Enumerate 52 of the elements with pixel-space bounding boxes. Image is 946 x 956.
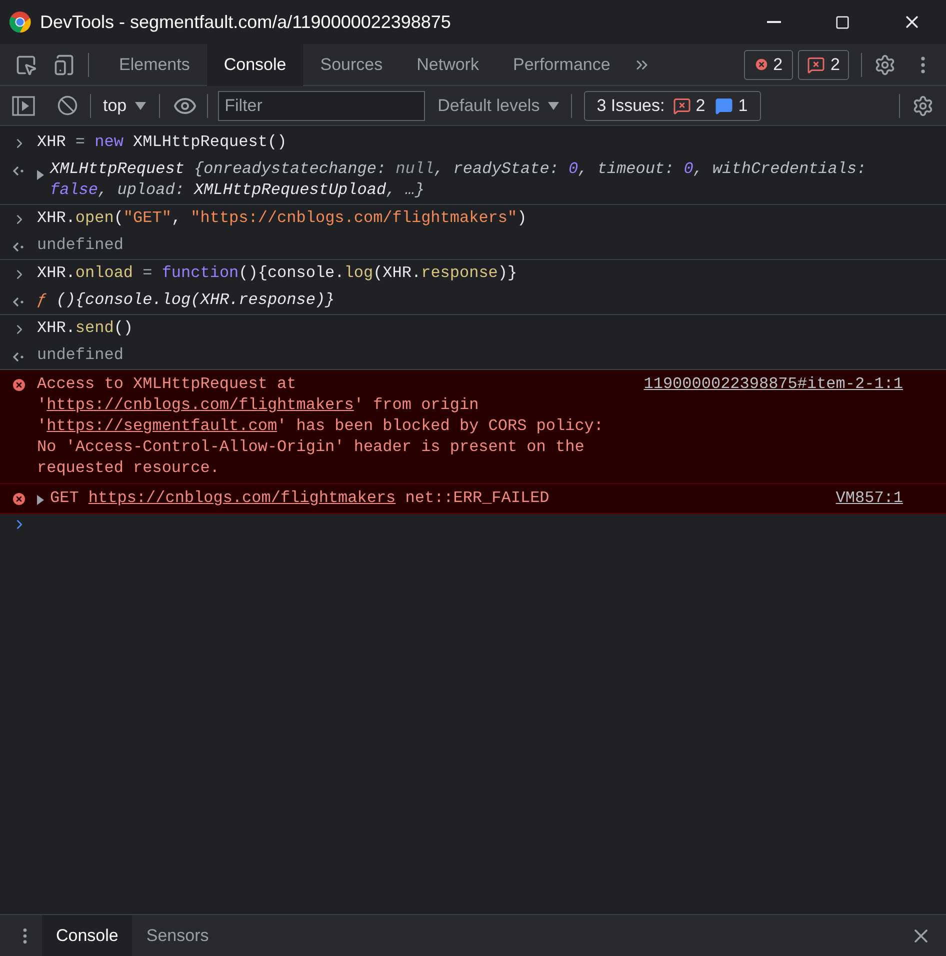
result-arrow-icon — [12, 241, 25, 253]
panel-tab[interactable]: Performance — [496, 44, 628, 86]
dropdown-triangle-icon — [548, 102, 559, 110]
device-toggle-icon[interactable] — [53, 54, 75, 76]
inspect-element-icon[interactable] — [15, 54, 37, 76]
error-icon — [11, 491, 27, 507]
result-value: undefined — [37, 345, 124, 366]
result-arrow-icon — [12, 296, 25, 308]
code-line: XHR.send() — [37, 318, 134, 339]
minimize-icon — [766, 21, 780, 23]
dropdown-triangle-icon — [134, 102, 146, 110]
result-arrow-icon — [12, 165, 25, 177]
context-selector[interactable]: top — [103, 92, 146, 118]
panel-tab[interactable]: Elements — [102, 44, 207, 86]
issue-count-button[interactable]: 2 — [798, 50, 849, 80]
issues-button[interactable]: 3 Issues: 2 1 — [584, 90, 761, 120]
sidebar-toggle-icon[interactable] — [12, 96, 35, 116]
source-link[interactable]: 1190000022398875#item-2-1:1 — [644, 374, 903, 395]
panel-tab[interactable]: Network — [400, 44, 496, 86]
result-arrow-icon — [12, 351, 25, 363]
code-line: XHR.open("GET", "https://cnblogs.com/flightmakers") — [37, 208, 527, 229]
drawer-tab[interactable]: Sensors — [132, 915, 223, 956]
issue-error-icon — [806, 56, 825, 74]
panel-tab[interactable]: Console — [206, 44, 304, 86]
code-line: XHR.onload = function(){console.log(XHR.response)} — [37, 263, 518, 284]
result-value: XMLHttpRequest {onreadystatechange: null, readyState: 0, timeout: 0, withCredentials: false, upload: XMLHttpRequestUpload, …} — [50, 159, 868, 201]
code-line: XHR = new XMLHttpRequest() — [37, 132, 287, 153]
error-icon — [11, 377, 27, 393]
url-link[interactable]: https://segmentfault.com — [46, 417, 278, 435]
result-value: undefined — [37, 235, 124, 256]
window-title: DevTools - segmentfault.com/a/1190000022398875 — [40, 10, 451, 34]
expand-triangle-icon[interactable] — [37, 495, 44, 505]
drawer-tab[interactable]: Console — [42, 915, 132, 956]
levels-dropdown[interactable]: Default levels — [438, 92, 559, 118]
source-link[interactable]: VM857:1 — [836, 488, 903, 509]
panel-tab[interactable]: Sources — [303, 44, 400, 86]
error-count-button[interactable]: 2 — [744, 50, 793, 80]
console-settings-icon[interactable] — [912, 94, 934, 116]
maximize-icon — [835, 14, 850, 30]
error-message: Access to XMLHttpRequest at 'https://cnblogs.com/flightmakers' from origin 'https://segmentfault.com' has been blocked by CORS policy: No 'Access-Control-Allow-Origin' header is present on the requested resource. — [37, 374, 604, 479]
expand-triangle-icon[interactable] — [37, 170, 44, 180]
settings-icon[interactable] — [874, 54, 896, 76]
issue-error-icon — [672, 96, 691, 114]
filter-field[interactable]: Filter — [218, 90, 425, 120]
issue-info-icon — [715, 96, 734, 114]
error-message: GET https://cnblogs.com/flightmakers net::ERR_FAILED — [50, 488, 550, 509]
result-value: ƒ (){console.log(XHR.response)} — [37, 290, 335, 311]
clear-console-icon[interactable] — [57, 95, 78, 116]
error-icon — [754, 57, 770, 72]
browser-logo-icon — [9, 11, 31, 33]
url-link[interactable]: https://cnblogs.com/flightmakers — [88, 489, 396, 507]
url-link[interactable]: https://cnblogs.com/flightmakers — [46, 396, 354, 414]
